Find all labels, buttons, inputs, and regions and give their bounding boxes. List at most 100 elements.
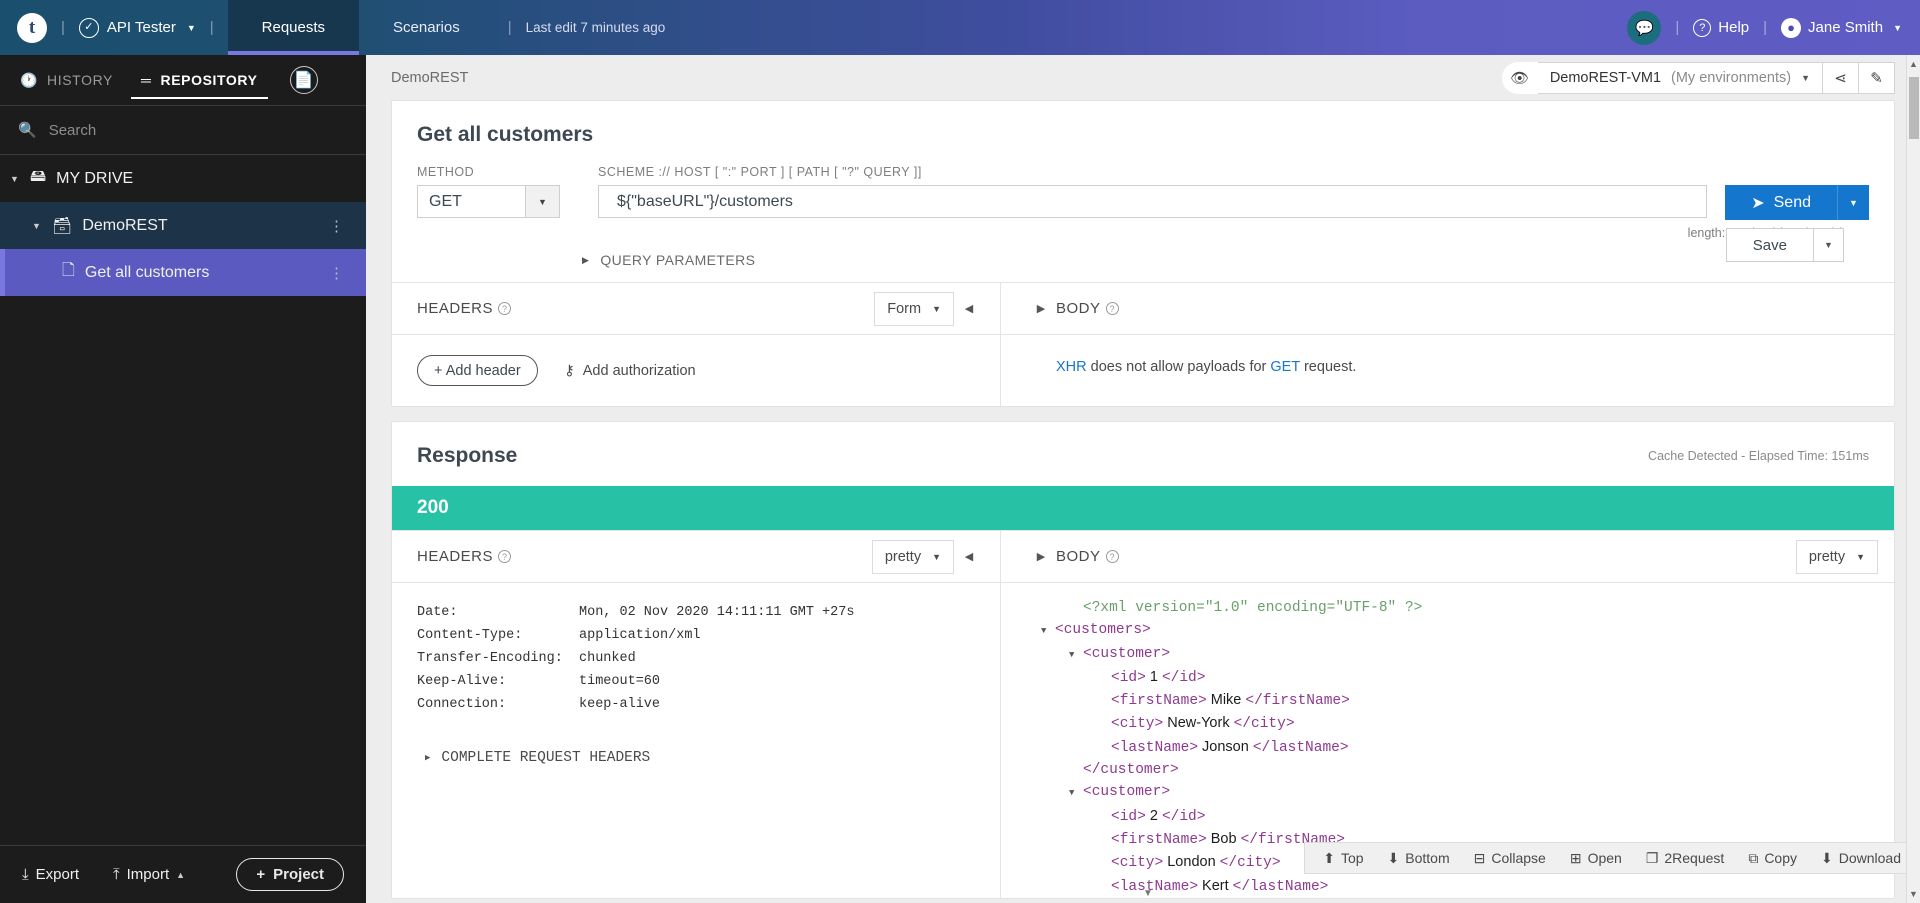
environment-select[interactable]: DemoREST-VM1 (My environments) ▼ [1537,61,1823,94]
method-value[interactable]: GET [417,185,526,218]
pencil-icon[interactable]: ✎ [1859,61,1895,94]
chevron-down-icon[interactable]: ▼ [32,221,42,231]
tree-item-menu-icon[interactable]: ⋮ [329,217,344,235]
breadcrumb[interactable]: DemoREST [391,70,468,86]
tree-item-menu-icon[interactable]: ⋮ [329,264,344,282]
response-headers-label: HEADERS [417,548,494,565]
app-logo[interactable]: t [17,12,47,43]
toolbar-download-button[interactable]: ⬇ Download [1821,850,1901,867]
request-file-icon: 🗋 [62,262,75,279]
url-input[interactable] [598,185,1708,218]
scrollbar-thumb[interactable] [1909,77,1919,139]
sidebar-tab-history[interactable]: 🕐 HISTORY [6,55,127,105]
xml-line: <id> 1 </id> [1041,666,1894,689]
xml-tag-open: <firstName> [1111,831,1207,848]
response-body-mode-select[interactable]: pretty ▼ [1795,539,1878,574]
import-button[interactable]: ⤒ Import ▲ [113,866,186,883]
scroll-down-icon[interactable]: ▼ [1909,889,1918,899]
send-dropdown-button[interactable]: ▼ [1837,185,1869,220]
xml-line: <firstName> Mike </firstName> [1041,689,1894,712]
table-row: Transfer-Encoding: chunked [417,651,975,666]
xml-value: London [1163,854,1220,871]
complete-request-headers-toggle[interactable]: ▶ COMPLETE REQUEST HEADERS [417,720,975,766]
toolbar-2request-button[interactable]: ❐ 2Request [1646,850,1725,867]
document-icon[interactable]: 📄 [289,66,318,94]
xml-declaration: <?xml version="1.0" encoding="UTF-8" ?> [1083,600,1423,616]
sidebar-tabs: 🕐 HISTORY ═ REPOSITORY 📄 [0,55,366,105]
chat-icon[interactable]: 💬 [1627,10,1662,45]
file-copy-icon: ❐ [1645,849,1659,866]
chevron-down-icon[interactable]: ▼ [526,185,560,218]
fold-triangle-icon[interactable]: ▼ [1041,620,1055,642]
help-icon[interactable]: ? [1105,550,1119,563]
minus-square-icon: ⊟ [1473,849,1486,866]
page-scrollbar[interactable]: ▲ ▼ [1906,55,1920,903]
query-parameters-toggle[interactable]: ▶ QUERY PARAMETERS [417,240,1869,282]
tree-item-get-all-customers[interactable]: 🗋 Get all customers ⋮ [0,249,366,296]
help-icon[interactable]: ? [1105,302,1119,315]
save-button-group: Save ▼ [1725,228,1844,262]
help-button[interactable]: ? Help [1693,18,1749,37]
search-input[interactable] [48,121,348,139]
response-body-header: ▶ BODY ? pretty ▼ [1001,531,1894,583]
collapse-left-button[interactable]: ◀ [954,550,984,563]
toolbar-top-button[interactable]: ⬆ Top [1323,850,1363,867]
tree-item-get-all-customers-label: Get all customers [84,263,210,281]
horizontal-scroll-indicator[interactable]: ▼ [1143,888,1153,899]
response-header: Response Cache Detected - Elapsed Time: … [392,422,1894,486]
help-icon[interactable]: ? [498,302,512,315]
add-authorization-button[interactable]: ⚷ Add authorization [564,363,695,379]
tree-item-demorest[interactable]: ▼ 🗃 DemoREST ⋮ [0,202,366,249]
response-headers-pane: HEADERS ? pretty ▼ ◀ Date: Mon, 02 Nov 2… [392,531,1001,898]
folder-icon: 🗃 [52,217,73,235]
app-switcher[interactable]: ✓ API Tester ▼ [78,17,196,38]
avatar: ● [1781,17,1802,38]
toolbar-collapse-button[interactable]: ⊟ Collapse [1474,850,1546,867]
sidebar-tab-repository[interactable]: ═ REPOSITORY [127,55,272,105]
question-circle-icon: ? [1693,18,1712,37]
request-headers-label: HEADERS [417,300,494,317]
add-header-button[interactable]: + Add header [417,355,538,386]
toolbar-bottom-button[interactable]: ⬇ Bottom [1388,850,1450,867]
send-button[interactable]: ➤ Send [1725,185,1837,220]
save-dropdown-button[interactable]: ▼ [1814,228,1844,262]
tree-item-my-drive[interactable]: ▼ 🖴 MY DRIVE [0,155,366,202]
response-headers-mode-select[interactable]: pretty ▼ [871,539,954,574]
expand-right-button[interactable]: ▶ [1026,302,1056,315]
xhr-link[interactable]: XHR [1056,359,1087,375]
expand-right-button[interactable]: ▶ [1026,550,1056,563]
header-key: Keep-Alive: [417,674,507,689]
toolbar-copy-button[interactable]: ⧉ Copy [1748,850,1797,867]
chevron-down-icon[interactable]: ▼ [10,174,20,184]
headers-mode-select[interactable]: Form ▼ [874,291,954,326]
help-icon[interactable]: ? [498,550,512,563]
chevron-up-icon: ▲ [176,869,186,880]
environment-scope: (My environments) [1671,69,1792,86]
fold-triangle-icon[interactable]: ▼ [1069,782,1083,804]
tab-requests[interactable]: Requests [227,0,360,55]
save-button[interactable]: Save [1725,228,1814,262]
method-link[interactable]: GET [1270,359,1300,375]
chevron-down-icon: ▼ [186,22,196,33]
sidebar-tab-history-label: HISTORY [47,72,113,88]
header-value: Mon, 02 Nov 2020 14:11:11 GMT +27s [579,605,855,620]
export-button[interactable]: ⤓ Export [22,866,79,883]
scroll-up-icon[interactable]: ▲ [1909,59,1918,69]
method-select[interactable]: GET ▼ [417,185,560,218]
xml-tag-open: <id> [1111,808,1146,825]
share-icon[interactable]: ⋖ [1823,61,1859,94]
eye-icon[interactable]: 👁 [1501,61,1538,94]
body-note-suffix: request. [1299,359,1357,375]
search-row[interactable]: 🔍 [0,106,366,154]
header-key: Connection: [417,697,507,712]
tab-scenarios[interactable]: Scenarios [359,0,494,55]
user-menu[interactable]: ● Jane Smith ▼ [1781,17,1902,38]
xml-tag: <customer> [1083,645,1171,662]
fold-triangle-icon[interactable]: ▼ [1069,644,1083,666]
tab-scenarios-label: Scenarios [393,19,460,36]
add-project-button[interactable]: + Project [236,858,344,891]
method-url-row: METHOD GET ▼ SCHEME :// HOST [ ":" PORT … [417,165,1869,220]
toolbar-open-button[interactable]: ⊞ Open [1570,850,1622,867]
collapse-left-button[interactable]: ◀ [954,302,984,315]
header-value: timeout=60 [579,674,661,689]
